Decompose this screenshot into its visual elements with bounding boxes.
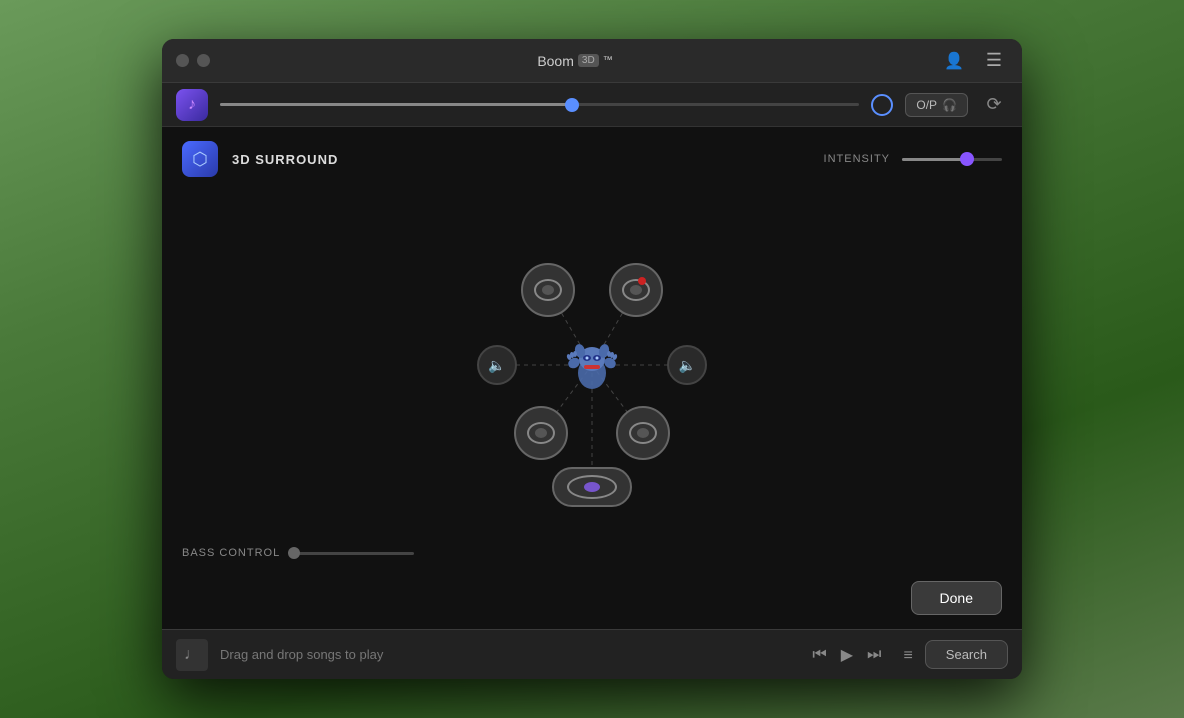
bass-thumb[interactable]: [288, 547, 300, 559]
center-character: [560, 333, 624, 397]
speaker-side-left[interactable]: 🔈: [477, 345, 517, 385]
intensity-thumb[interactable]: [960, 152, 974, 166]
play-button[interactable]: ▶: [841, 645, 853, 665]
next-button[interactable]: ⏭: [867, 646, 881, 664]
intensity-track[interactable]: [902, 158, 1002, 161]
bass-control: BASS CONTROL: [162, 539, 1022, 573]
output-button[interactable]: O/P 🎧: [905, 93, 968, 117]
intensity-control: INTENSITY: [824, 153, 1002, 165]
cube-icon: ⬡: [192, 149, 208, 170]
profile-icon: 👤: [944, 51, 964, 71]
playlist-button[interactable]: ≡: [903, 644, 912, 665]
playlist-icon: ≡: [903, 647, 912, 664]
speaker-layout: 🔈 🔈: [422, 195, 762, 535]
volume-track[interactable]: [220, 103, 859, 106]
front-left-icon: [534, 279, 562, 301]
speaker-side-right[interactable]: 🔈: [667, 345, 707, 385]
surround-header: ⬡ 3D SURROUND INTENSITY: [162, 127, 1022, 191]
refresh-button[interactable]: ⟳: [980, 91, 1008, 119]
title-badge: 3D: [578, 54, 599, 67]
character-svg: [562, 335, 622, 395]
speaker-rear-right[interactable]: [616, 406, 670, 460]
headphone-icon: 🎧: [942, 98, 957, 112]
speaker-subwoofer[interactable]: [552, 467, 632, 507]
done-area: Done: [162, 573, 1022, 629]
volume-fill: [220, 103, 572, 106]
volume-control[interactable]: [220, 103, 859, 106]
bass-label: BASS CONTROL: [182, 547, 280, 559]
app-icon-glyph: ♪: [188, 96, 196, 114]
title-bar: Boom 3D ™ 👤 ☰: [162, 39, 1022, 83]
op-label: O/P: [916, 98, 937, 112]
title-right: 👤 ☰: [940, 47, 1008, 75]
drag-drop-text: Drag and drop songs to play: [220, 647, 800, 662]
refresh-icon: ⟳: [986, 94, 1001, 115]
volume-thumb[interactable]: [565, 98, 579, 112]
side-right-icon: 🔈: [678, 357, 695, 374]
title-text: Boom: [537, 53, 574, 69]
window-controls: [176, 54, 210, 67]
intensity-label: INTENSITY: [824, 153, 890, 165]
speaker-stage: 🔈 🔈: [162, 191, 1022, 539]
speaker-front-left[interactable]: [521, 263, 575, 317]
volume-circle[interactable]: [871, 94, 893, 116]
speaker-rear-left[interactable]: [514, 406, 568, 460]
main-content: ⬡ 3D SURROUND INTENSITY: [162, 127, 1022, 629]
rear-right-icon: [629, 422, 657, 444]
intensity-fill: [902, 158, 967, 161]
profile-button[interactable]: 👤: [940, 47, 968, 75]
close-button[interactable]: [176, 54, 189, 67]
app-window: Boom 3D ™ 👤 ☰ ♪ O/P 🎧: [162, 39, 1022, 679]
app-icon: ♪: [176, 89, 208, 121]
search-button[interactable]: Search: [925, 640, 1008, 669]
title-trademark: ™: [603, 55, 613, 66]
player-controls: ⏮ ▶ ⏭: [812, 645, 881, 665]
surround-title: 3D SURROUND: [232, 152, 338, 167]
done-button[interactable]: Done: [911, 581, 1002, 615]
subwoofer-dot: [584, 482, 600, 492]
prev-button[interactable]: ⏮: [812, 646, 826, 664]
side-left-icon: 🔈: [488, 357, 505, 374]
speaker-front-right[interactable]: [609, 263, 663, 317]
player-bar: ♩ Drag and drop songs to play ⏮ ▶ ⏭ ≡ Se…: [162, 629, 1022, 679]
volume-bar: ♪ O/P 🎧 ⟳: [162, 83, 1022, 127]
album-icon: ♩: [184, 646, 200, 664]
bass-track[interactable]: [294, 552, 414, 555]
front-right-icon: [622, 279, 650, 301]
surround-icon: ⬡: [182, 141, 218, 177]
album-art: ♩: [176, 639, 208, 671]
menu-button[interactable]: ☰: [980, 47, 1008, 75]
rear-left-icon: [527, 422, 555, 444]
subwoofer-icon: [567, 475, 617, 499]
minimize-button[interactable]: [197, 54, 210, 67]
menu-icon: ☰: [986, 50, 1002, 71]
app-title: Boom 3D ™: [210, 53, 940, 69]
